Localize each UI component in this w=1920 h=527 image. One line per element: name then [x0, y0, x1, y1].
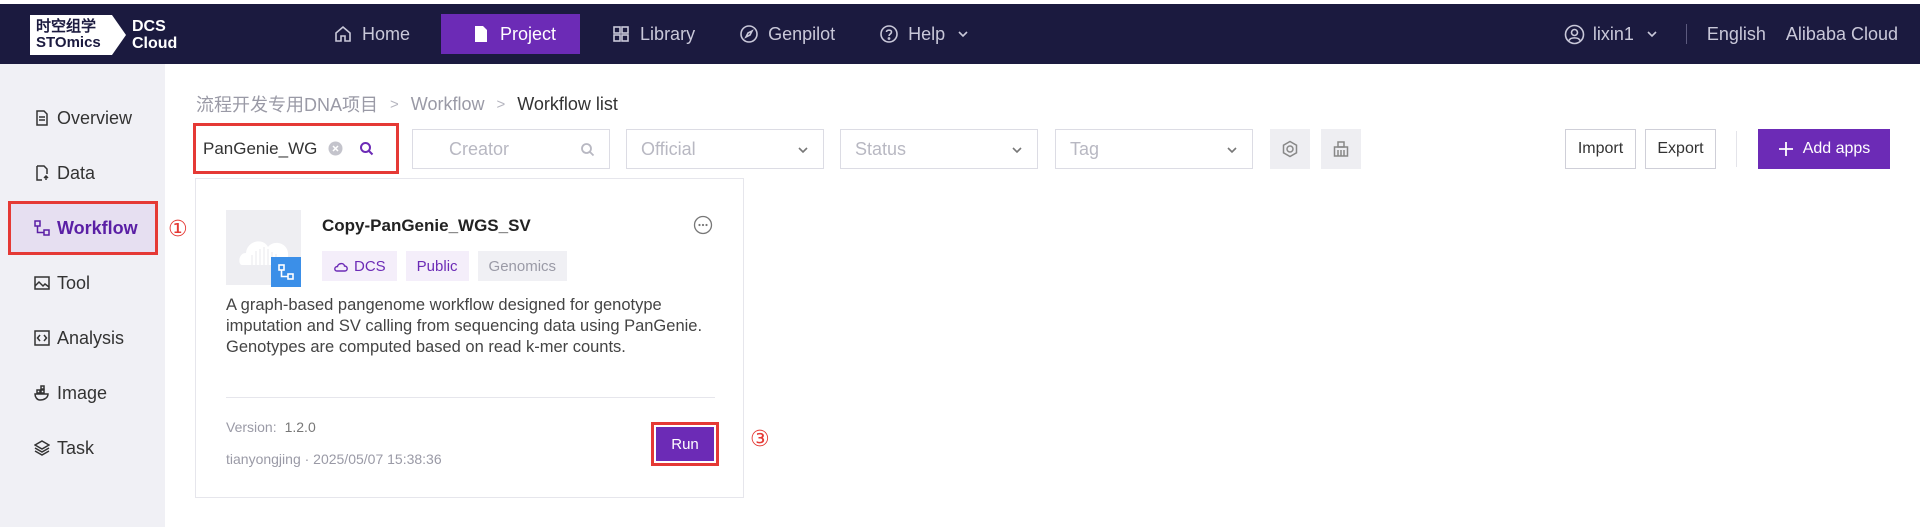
sidebar-item-tool[interactable]: Tool [8, 256, 158, 310]
code-icon [34, 330, 50, 346]
workflow-icon [34, 220, 50, 236]
workflow-badge [271, 257, 301, 287]
tag-select[interactable]: Tag [1055, 129, 1253, 169]
brand-logo[interactable]: 时空组学 STOmics DCS Cloud [30, 15, 177, 55]
more-options-icon[interactable] [693, 215, 713, 235]
help-icon [880, 25, 898, 43]
divider [1685, 24, 1687, 44]
top-navigation-bar: 时空组学 STOmics DCS Cloud Home Project Libr… [0, 4, 1920, 64]
chevron-down-icon [1012, 147, 1022, 154]
document-icon [36, 110, 48, 126]
search-input-value[interactable]: PanGenie_WGS_SV [203, 139, 318, 159]
workflow-icon [278, 264, 294, 280]
user-icon [1564, 24, 1585, 44]
divider [1736, 131, 1737, 167]
breadcrumb-separator: > [390, 95, 399, 113]
export-button[interactable]: Export [1645, 129, 1716, 169]
divider [226, 397, 715, 398]
settings-icon [1282, 140, 1298, 158]
tag-list: DCS Public Genomics [322, 251, 576, 281]
chevron-down-icon [798, 147, 808, 154]
plus-icon [1778, 142, 1793, 156]
nav-help[interactable]: Help [866, 14, 982, 54]
annotation-step-1: ① [168, 216, 188, 241]
sidebar-item-data[interactable]: Data [8, 146, 158, 200]
run-button[interactable]: Run [656, 427, 714, 461]
import-button[interactable]: Import [1565, 129, 1636, 169]
tag-genomics: Genomics [477, 251, 568, 281]
tag-public: Public [405, 251, 469, 281]
search-icon [581, 143, 595, 157]
cloud-icon [334, 262, 348, 272]
file-upload-icon [36, 165, 49, 181]
nav-library[interactable]: Library [598, 14, 708, 54]
creator-search-input[interactable]: Creator [412, 129, 610, 169]
clear-filter-button[interactable] [1321, 129, 1361, 169]
add-apps-button[interactable]: Add apps [1758, 129, 1890, 169]
sidebar: Overview Data Workflow Tool Analysis Ima… [0, 64, 165, 527]
language-switch[interactable]: English [1707, 24, 1766, 45]
document-icon [475, 26, 488, 42]
sidebar-item-workflow[interactable]: Workflow [8, 201, 158, 255]
chevron-down-icon [1227, 147, 1237, 154]
official-select[interactable]: Official [626, 129, 824, 169]
breadcrumb-current: Workflow list [517, 93, 618, 114]
workflow-card[interactable]: Copy-PanGenie_WGS_SV DCS Public Genomics… [195, 178, 744, 498]
workflow-author-date: tianyongjing · 2025/05/07 15:38:36 [226, 451, 442, 467]
status-select[interactable]: Status [840, 129, 1038, 169]
top-right-controls: lixin1 English Alibaba Cloud [1564, 14, 1898, 54]
nav-project[interactable]: Project [441, 14, 581, 54]
nav-genpilot[interactable]: Genpilot [726, 14, 848, 54]
compass-icon [740, 25, 758, 43]
docker-icon [34, 385, 49, 401]
broom-icon [1333, 141, 1349, 157]
workflow-title[interactable]: Copy-PanGenie_WGS_SV [322, 216, 531, 236]
tag-dcs: DCS [322, 251, 397, 281]
search-icon[interactable] [359, 141, 374, 156]
sidebar-item-overview[interactable]: Overview [8, 91, 158, 145]
annotation-step-3: ③ [750, 426, 770, 451]
user-menu[interactable]: lixin1 [1593, 24, 1634, 45]
breadcrumb-workflow[interactable]: Workflow [411, 94, 485, 115]
sidebar-item-task[interactable]: Task [8, 421, 158, 475]
workflow-description: A graph-based pangenome workflow designe… [226, 296, 703, 356]
layers-icon [34, 440, 50, 456]
logo-mark: 时空组学 STOmics [30, 15, 112, 55]
settings-button[interactable] [1270, 129, 1310, 169]
sidebar-item-analysis[interactable]: Analysis [8, 311, 158, 365]
breadcrumb-project[interactable]: 流程开发专用DNA项目 [196, 91, 378, 117]
main-nav: Home Project Library Genpilot Help [320, 14, 1000, 54]
logo-chevron-icon [112, 15, 126, 55]
nav-home[interactable]: Home [320, 14, 423, 54]
grid-icon [613, 26, 629, 42]
home-icon [335, 25, 351, 42]
image-icon [34, 276, 50, 290]
sidebar-item-image[interactable]: Image [8, 366, 158, 420]
breadcrumb-separator: > [496, 95, 506, 113]
search-input[interactable]: PanGenie_WGS_SV [203, 131, 389, 166]
brand-name: DCS Cloud [132, 18, 178, 52]
workflow-version: Version: 1.2.0 [226, 419, 316, 435]
chevron-down-icon[interactable] [1646, 28, 1658, 40]
cloud-switch[interactable]: Alibaba Cloud [1786, 24, 1898, 45]
clear-icon[interactable] [328, 141, 343, 156]
breadcrumb: 流程开发专用DNA项目 > Workflow > Workflow list [196, 91, 618, 117]
chevron-down-icon [958, 31, 968, 38]
